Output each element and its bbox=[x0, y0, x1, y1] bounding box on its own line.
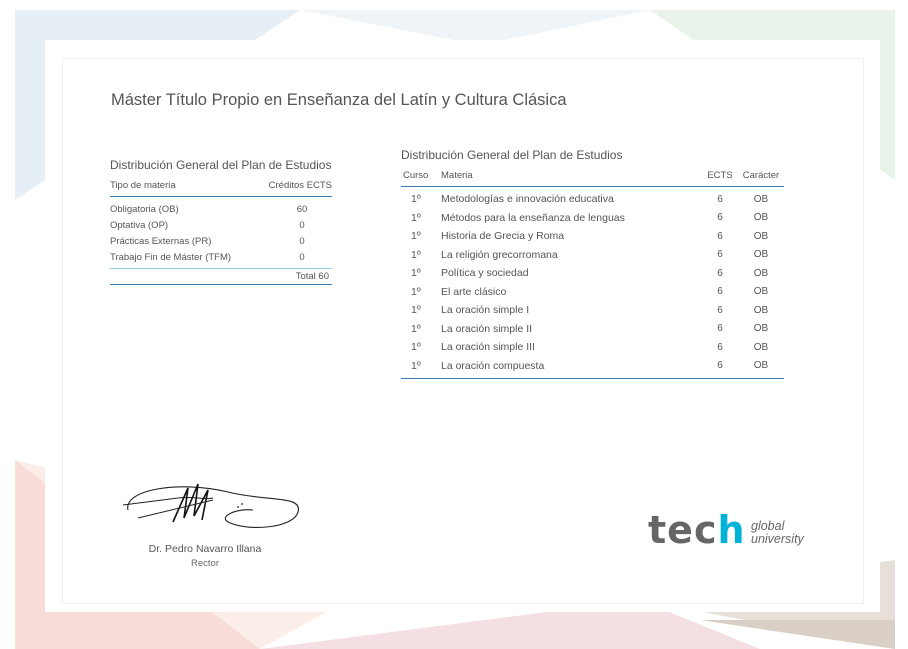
plan-header-materia: Materia bbox=[441, 170, 473, 181]
summary-header-credits: Créditos ECTS bbox=[268, 180, 332, 191]
plan-materia: La oración simple III bbox=[441, 341, 535, 354]
plan-curso: 1º bbox=[411, 341, 421, 354]
plan-row: 1º Historia de Grecia y Roma 6 OB bbox=[401, 227, 784, 246]
logo-word: tech bbox=[648, 508, 746, 552]
plan-materia: La oración simple II bbox=[441, 322, 533, 335]
plan-ects: 6 bbox=[717, 360, 723, 372]
summary-type: Optativa (OP) bbox=[110, 219, 169, 231]
plan-materia: Métodos para la enseñanza de lenguas bbox=[441, 211, 625, 224]
plan-ects: 6 bbox=[717, 286, 723, 298]
plan-ects: 6 bbox=[717, 212, 723, 224]
summary-total: Total 60 bbox=[110, 269, 332, 285]
plan-curso: 1º bbox=[411, 359, 421, 372]
plan-materia: La oración compuesta bbox=[441, 359, 545, 372]
plan-curso: 1º bbox=[411, 230, 421, 243]
plan-ects: 6 bbox=[717, 267, 723, 279]
plan-row: 1º La oración simple I 6 OB bbox=[401, 301, 784, 320]
plan-materia: La oración simple I bbox=[441, 304, 530, 317]
signature bbox=[122, 483, 299, 528]
document-title: Máster Título Propio en Enseñanza del La… bbox=[111, 91, 567, 109]
plan-title: Distribución General del Plan de Estudio… bbox=[401, 148, 623, 162]
signer-role: Rector bbox=[191, 558, 219, 569]
plan-caracter: OB bbox=[753, 249, 769, 261]
plan-curso: 1º bbox=[411, 267, 421, 280]
study-plan-table: Distribución General del Plan de Estudio… bbox=[401, 148, 784, 379]
summary-credits: 0 bbox=[299, 235, 305, 247]
plan-row: 1º La oración simple III 6 OB bbox=[401, 338, 784, 357]
plan-curso: 1º bbox=[411, 211, 421, 224]
signer-name: Dr. Pedro Navarro Illana bbox=[148, 543, 262, 555]
summary-row: Obligatoria (OB) 60 bbox=[110, 201, 332, 217]
plan-header-curso: Curso bbox=[403, 170, 429, 181]
plan-curso: 1º bbox=[411, 304, 421, 317]
plan-header-caracter: Carácter bbox=[742, 170, 780, 181]
plan-caracter: OB bbox=[753, 304, 769, 316]
summary-credits: 0 bbox=[299, 251, 305, 263]
plan-curso: 1º bbox=[411, 322, 421, 335]
plan-materia: Metodologías e innovación educativa bbox=[441, 193, 614, 206]
plan-ects: 6 bbox=[717, 230, 723, 242]
summary-title: Distribución General del Plan de Estudio… bbox=[110, 158, 332, 172]
summary-row: Trabajo Fin de Máster (TFM) 0 bbox=[110, 249, 332, 265]
plan-caracter: OB bbox=[753, 360, 769, 372]
plan-ects: 6 bbox=[717, 323, 723, 335]
summary-row: Prácticas Externas (PR) 0 bbox=[110, 233, 332, 249]
plan-header-ects: ECTS bbox=[707, 170, 733, 181]
plan-curso: 1º bbox=[411, 285, 421, 298]
plan-caracter: OB bbox=[753, 267, 769, 279]
plan-caracter: OB bbox=[753, 323, 769, 335]
plan-caracter: OB bbox=[753, 286, 769, 298]
plan-row: 1º Metodologías e innovación educativa 6… bbox=[401, 190, 784, 209]
summary-header-row: Tipo de materia Créditos ECTS bbox=[110, 180, 332, 197]
plan-ects: 6 bbox=[717, 193, 723, 205]
plan-header-row: Curso Materia ECTS Carácter bbox=[401, 170, 784, 187]
plan-caracter: OB bbox=[753, 193, 769, 205]
logo-line-university: university bbox=[751, 532, 804, 546]
plan-curso: 1º bbox=[411, 193, 421, 206]
plan-materia: Historia de Grecia y Roma bbox=[441, 230, 565, 243]
credits-summary-table: Distribución General del Plan de Estudio… bbox=[110, 158, 332, 285]
summary-credits: 0 bbox=[299, 219, 305, 231]
summary-type: Trabajo Fin de Máster (TFM) bbox=[110, 251, 232, 263]
plan-row: 1º La oración simple II 6 OB bbox=[401, 320, 784, 339]
plan-row: 1º La oración compuesta 6 OB bbox=[401, 357, 784, 376]
plan-caracter: OB bbox=[753, 341, 769, 353]
plan-caracter: OB bbox=[753, 230, 769, 242]
plan-ects: 6 bbox=[717, 249, 723, 261]
summary-type: Obligatoria (OB) bbox=[110, 203, 179, 215]
plan-row: 1º Métodos para la enseñanza de lenguas … bbox=[401, 209, 784, 228]
plan-ects: 6 bbox=[717, 341, 723, 353]
plan-caracter: OB bbox=[753, 212, 769, 224]
tech-logo: tech global university bbox=[648, 508, 818, 556]
plan-curso: 1º bbox=[411, 248, 421, 261]
summary-type: Prácticas Externas (PR) bbox=[110, 235, 212, 247]
plan-row: 1º Política y sociedad 6 OB bbox=[401, 264, 784, 283]
plan-materia: El arte clásico bbox=[441, 285, 507, 298]
plan-materia: La religión grecorromana bbox=[441, 248, 558, 261]
plan-row: 1º La religión grecorromana 6 OB bbox=[401, 246, 784, 265]
summary-header-type: Tipo de materia bbox=[110, 180, 176, 191]
summary-credits: 60 bbox=[296, 203, 308, 215]
plan-materia: Política y sociedad bbox=[441, 267, 529, 280]
summary-row: Optativa (OP) 0 bbox=[110, 217, 332, 233]
plan-ects: 6 bbox=[717, 304, 723, 316]
plan-row: 1º El arte clásico 6 OB bbox=[401, 283, 784, 302]
